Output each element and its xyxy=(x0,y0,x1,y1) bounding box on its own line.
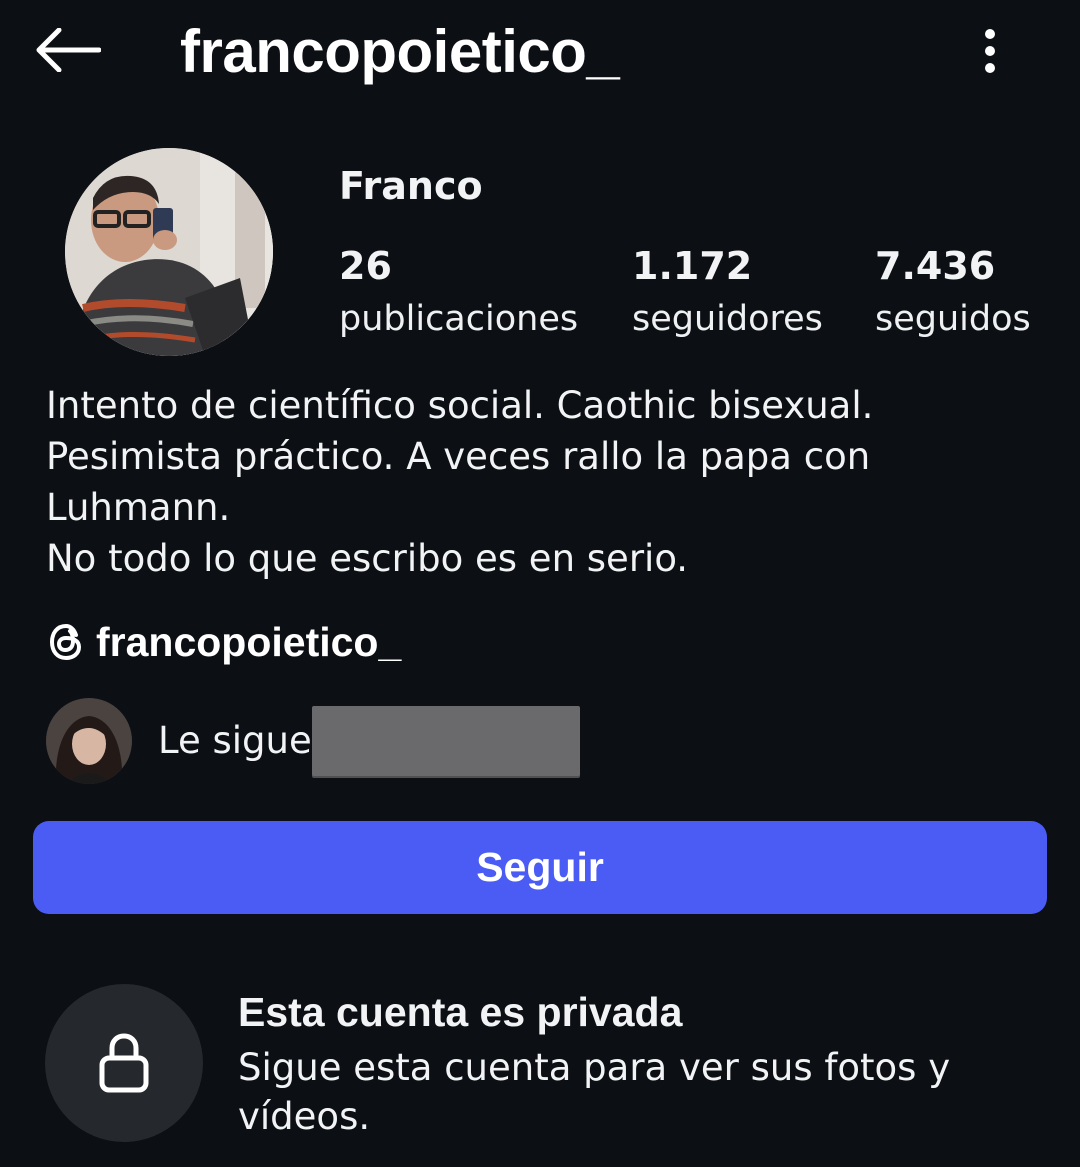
private-account-description: Sigue esta cuenta para ver sus fotos y v… xyxy=(238,1046,951,1138)
more-options-button[interactable] xyxy=(960,16,1020,86)
followers-label: seguidores xyxy=(632,299,823,339)
stat-followers[interactable]: 1.172 seguidores xyxy=(632,240,823,346)
posts-count: 26 xyxy=(339,244,392,288)
more-vertical-icon xyxy=(985,29,995,73)
profile-bio: Intento de científico social. Caothic bi… xyxy=(46,380,1046,584)
following-count: 7.436 xyxy=(875,244,996,288)
stat-following[interactable]: 7.436 seguidos xyxy=(875,240,1031,346)
bio-line: Luhmann. xyxy=(46,486,231,529)
back-button[interactable] xyxy=(28,18,108,82)
threads-link[interactable]: francopoietico_ xyxy=(46,616,401,668)
follow-button[interactable]: Seguir xyxy=(33,821,1047,914)
posts-label: publicaciones xyxy=(339,299,579,339)
profile-username-title: francopoietico_ xyxy=(180,18,620,85)
threads-handle: francopoietico_ xyxy=(96,619,402,665)
redacted-names-block xyxy=(311,706,580,776)
followed-by-row[interactable]: Le sigue xyxy=(46,698,580,784)
bio-line: No todo lo que escribo es en serio. xyxy=(46,537,689,580)
private-account-title: Esta cuenta es privada xyxy=(238,989,683,1035)
followed-by-label: Le sigue xyxy=(158,719,312,762)
followers-count: 1.172 xyxy=(632,244,753,288)
threads-icon xyxy=(49,623,82,661)
stat-posts[interactable]: 26 publicaciones xyxy=(339,240,578,346)
bio-line: Intento de científico social. Caothic bi… xyxy=(46,384,874,427)
follower-avatar xyxy=(46,698,132,784)
profile-avatar[interactable] xyxy=(65,148,273,356)
arrow-left-icon xyxy=(36,28,101,72)
bio-line: Pesimista práctico. A veces rallo la pap… xyxy=(46,435,871,478)
private-lock-badge xyxy=(45,984,203,1142)
profile-display-name: Franco xyxy=(339,164,483,208)
following-label: seguidos xyxy=(875,299,1031,339)
lock-icon xyxy=(99,1033,149,1093)
